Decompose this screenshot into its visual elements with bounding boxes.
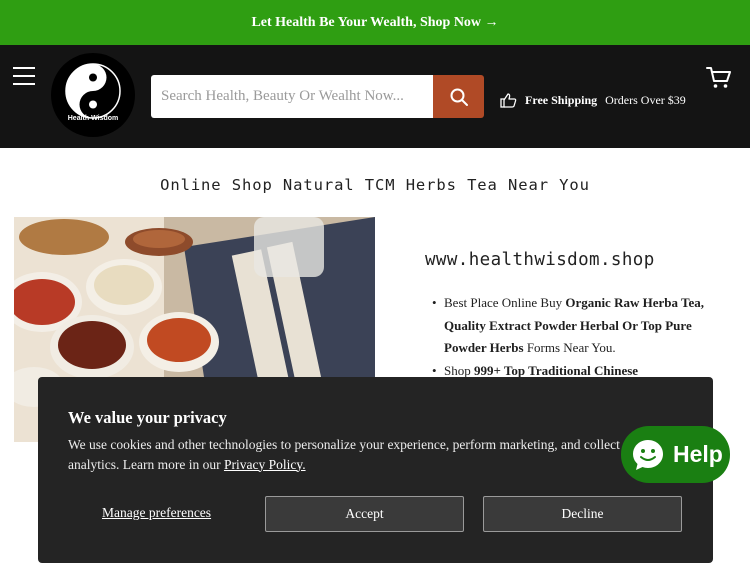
site-url: www.healthwisdom.shop bbox=[425, 250, 655, 270]
cookie-body: We use cookies and other technologies to… bbox=[68, 437, 620, 472]
help-label: Help bbox=[673, 441, 723, 467]
free-shipping-notice: Free Shipping Orders Over $39 bbox=[500, 93, 686, 108]
announcement-text[interactable]: Let Health Be Your Wealth, Shop Now → bbox=[251, 15, 498, 31]
cart-icon[interactable] bbox=[706, 66, 732, 95]
shipping-bold: Free Shipping bbox=[525, 93, 598, 107]
feature-list: Best Place Online Buy Organic Raw Herba … bbox=[432, 292, 714, 382]
thumbs-up-icon bbox=[500, 93, 517, 108]
decline-button[interactable]: Decline bbox=[483, 496, 682, 532]
list-item: Best Place Online Buy Organic Raw Herba … bbox=[432, 292, 714, 360]
yin-yang-icon bbox=[65, 63, 121, 119]
hamburger-menu-icon[interactable] bbox=[13, 67, 35, 85]
logo-text: Health Wisdom bbox=[67, 115, 119, 122]
shipping-condition: Orders Over $39 bbox=[605, 93, 686, 107]
search-input[interactable] bbox=[151, 75, 435, 118]
site-logo[interactable]: Health Wisdom bbox=[51, 53, 135, 137]
chat-bubble-icon bbox=[633, 439, 663, 470]
search-icon bbox=[450, 88, 468, 106]
page-tagline: Online Shop Natural TCM Herbs Tea Near Y… bbox=[160, 176, 590, 194]
manage-preferences-button[interactable]: Manage preferences bbox=[102, 505, 211, 521]
accept-button[interactable]: Accept bbox=[265, 496, 464, 532]
help-chat-button[interactable]: Help bbox=[621, 426, 730, 483]
announcement-bar[interactable]: Let Health Be Your Wealth, Shop Now → bbox=[0, 0, 750, 45]
cookie-title: We value your privacy bbox=[68, 408, 227, 427]
site-header: Health Wisdom Free Shipping Orders Over … bbox=[0, 45, 750, 148]
search-button[interactable] bbox=[433, 75, 484, 118]
privacy-policy-link[interactable]: Privacy Policy. bbox=[224, 457, 306, 472]
cookie-consent-banner: We value your privacy We use cookies and… bbox=[38, 377, 713, 563]
